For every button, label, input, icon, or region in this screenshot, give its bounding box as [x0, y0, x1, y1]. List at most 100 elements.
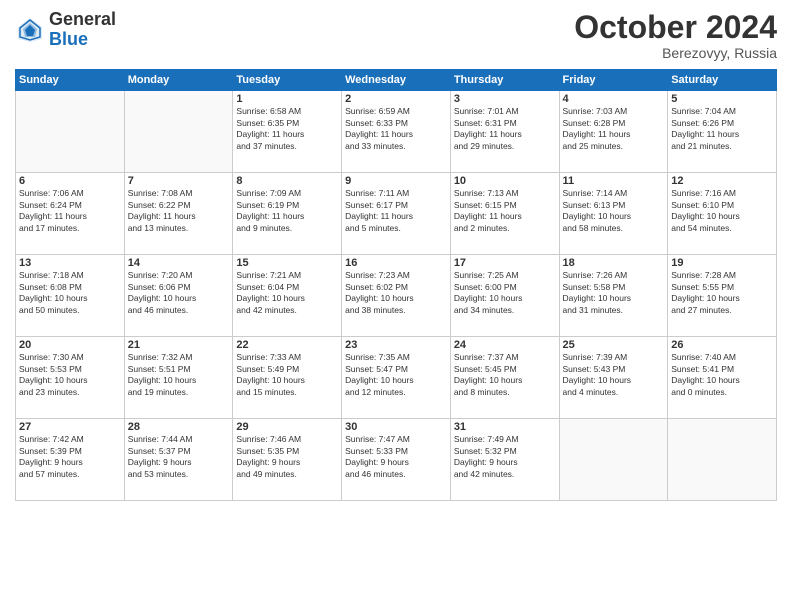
day-info: Sunrise: 7:40 AM Sunset: 5:41 PM Dayligh… — [671, 352, 740, 396]
day-info: Sunrise: 7:30 AM Sunset: 5:53 PM Dayligh… — [19, 352, 88, 396]
calendar-cell: 24Sunrise: 7:37 AM Sunset: 5:45 PM Dayli… — [450, 337, 559, 419]
day-info: Sunrise: 6:58 AM Sunset: 6:35 PM Dayligh… — [236, 106, 304, 150]
calendar-cell: 3Sunrise: 7:01 AM Sunset: 6:31 PM Daylig… — [450, 91, 559, 173]
day-number: 11 — [563, 175, 665, 187]
col-monday: Monday — [124, 70, 233, 91]
day-number: 18 — [563, 257, 665, 269]
calendar-cell: 20Sunrise: 7:30 AM Sunset: 5:53 PM Dayli… — [16, 337, 125, 419]
calendar-cell: 25Sunrise: 7:39 AM Sunset: 5:43 PM Dayli… — [559, 337, 668, 419]
calendar-week-0: 1Sunrise: 6:58 AM Sunset: 6:35 PM Daylig… — [16, 91, 777, 173]
day-info: Sunrise: 7:39 AM Sunset: 5:43 PM Dayligh… — [563, 352, 632, 396]
calendar-cell — [124, 91, 233, 173]
day-info: Sunrise: 7:25 AM Sunset: 6:00 PM Dayligh… — [454, 270, 523, 314]
day-info: Sunrise: 7:46 AM Sunset: 5:35 PM Dayligh… — [236, 434, 301, 478]
col-saturday: Saturday — [668, 70, 777, 91]
calendar-cell — [668, 419, 777, 501]
day-info: Sunrise: 7:08 AM Sunset: 6:22 PM Dayligh… — [128, 188, 196, 232]
day-number: 6 — [19, 175, 121, 187]
day-info: Sunrise: 7:03 AM Sunset: 6:28 PM Dayligh… — [563, 106, 631, 150]
header: General Blue October 2024 Berezovyy, Rus… — [15, 10, 777, 61]
calendar-cell: 1Sunrise: 6:58 AM Sunset: 6:35 PM Daylig… — [233, 91, 342, 173]
calendar-cell: 31Sunrise: 7:49 AM Sunset: 5:32 PM Dayli… — [450, 419, 559, 501]
day-info: Sunrise: 7:37 AM Sunset: 5:45 PM Dayligh… — [454, 352, 523, 396]
col-wednesday: Wednesday — [342, 70, 451, 91]
calendar-week-3: 20Sunrise: 7:30 AM Sunset: 5:53 PM Dayli… — [16, 337, 777, 419]
day-number: 5 — [671, 93, 773, 105]
day-number: 2 — [345, 93, 447, 105]
day-info: Sunrise: 7:47 AM Sunset: 5:33 PM Dayligh… — [345, 434, 410, 478]
logo: General Blue — [15, 10, 116, 50]
day-info: Sunrise: 7:23 AM Sunset: 6:02 PM Dayligh… — [345, 270, 414, 314]
day-number: 12 — [671, 175, 773, 187]
day-info: Sunrise: 7:49 AM Sunset: 5:32 PM Dayligh… — [454, 434, 519, 478]
calendar-cell: 5Sunrise: 7:04 AM Sunset: 6:26 PM Daylig… — [668, 91, 777, 173]
day-info: Sunrise: 7:35 AM Sunset: 5:47 PM Dayligh… — [345, 352, 414, 396]
calendar-cell: 7Sunrise: 7:08 AM Sunset: 6:22 PM Daylig… — [124, 173, 233, 255]
day-number: 22 — [236, 339, 338, 351]
logo-blue-text: Blue — [49, 30, 116, 50]
calendar-cell: 11Sunrise: 7:14 AM Sunset: 6:13 PM Dayli… — [559, 173, 668, 255]
day-number: 16 — [345, 257, 447, 269]
calendar-cell: 30Sunrise: 7:47 AM Sunset: 5:33 PM Dayli… — [342, 419, 451, 501]
day-number: 13 — [19, 257, 121, 269]
day-info: Sunrise: 7:42 AM Sunset: 5:39 PM Dayligh… — [19, 434, 84, 478]
calendar-cell: 13Sunrise: 7:18 AM Sunset: 6:08 PM Dayli… — [16, 255, 125, 337]
calendar-cell: 16Sunrise: 7:23 AM Sunset: 6:02 PM Dayli… — [342, 255, 451, 337]
calendar-cell: 22Sunrise: 7:33 AM Sunset: 5:49 PM Dayli… — [233, 337, 342, 419]
col-tuesday: Tuesday — [233, 70, 342, 91]
calendar-week-4: 27Sunrise: 7:42 AM Sunset: 5:39 PM Dayli… — [16, 419, 777, 501]
logo-general: General — [49, 10, 116, 30]
day-number: 10 — [454, 175, 556, 187]
day-info: Sunrise: 7:33 AM Sunset: 5:49 PM Dayligh… — [236, 352, 305, 396]
day-number: 28 — [128, 421, 230, 433]
calendar-cell: 26Sunrise: 7:40 AM Sunset: 5:41 PM Dayli… — [668, 337, 777, 419]
calendar-week-1: 6Sunrise: 7:06 AM Sunset: 6:24 PM Daylig… — [16, 173, 777, 255]
day-number: 20 — [19, 339, 121, 351]
calendar-cell: 23Sunrise: 7:35 AM Sunset: 5:47 PM Dayli… — [342, 337, 451, 419]
calendar-cell: 12Sunrise: 7:16 AM Sunset: 6:10 PM Dayli… — [668, 173, 777, 255]
calendar-cell: 8Sunrise: 7:09 AM Sunset: 6:19 PM Daylig… — [233, 173, 342, 255]
day-number: 21 — [128, 339, 230, 351]
day-number: 17 — [454, 257, 556, 269]
col-friday: Friday — [559, 70, 668, 91]
col-thursday: Thursday — [450, 70, 559, 91]
day-number: 8 — [236, 175, 338, 187]
calendar-header-row: Sunday Monday Tuesday Wednesday Thursday… — [16, 70, 777, 91]
day-number: 29 — [236, 421, 338, 433]
day-number: 27 — [19, 421, 121, 433]
calendar-cell: 17Sunrise: 7:25 AM Sunset: 6:00 PM Dayli… — [450, 255, 559, 337]
day-info: Sunrise: 7:16 AM Sunset: 6:10 PM Dayligh… — [671, 188, 740, 232]
day-number: 4 — [563, 93, 665, 105]
title-block: October 2024 Berezovyy, Russia — [574, 10, 777, 61]
logo-icon — [15, 15, 45, 45]
day-info: Sunrise: 7:06 AM Sunset: 6:24 PM Dayligh… — [19, 188, 87, 232]
day-info: Sunrise: 7:20 AM Sunset: 6:06 PM Dayligh… — [128, 270, 197, 314]
day-info: Sunrise: 7:14 AM Sunset: 6:13 PM Dayligh… — [563, 188, 632, 232]
day-info: Sunrise: 7:04 AM Sunset: 6:26 PM Dayligh… — [671, 106, 739, 150]
calendar-cell — [559, 419, 668, 501]
day-info: Sunrise: 7:18 AM Sunset: 6:08 PM Dayligh… — [19, 270, 88, 314]
month-title: October 2024 — [574, 10, 777, 45]
day-number: 30 — [345, 421, 447, 433]
day-number: 23 — [345, 339, 447, 351]
calendar-cell: 27Sunrise: 7:42 AM Sunset: 5:39 PM Dayli… — [16, 419, 125, 501]
day-number: 7 — [128, 175, 230, 187]
day-info: Sunrise: 7:01 AM Sunset: 6:31 PM Dayligh… — [454, 106, 522, 150]
calendar-cell: 28Sunrise: 7:44 AM Sunset: 5:37 PM Dayli… — [124, 419, 233, 501]
page: General Blue October 2024 Berezovyy, Rus… — [0, 0, 792, 612]
day-info: Sunrise: 7:21 AM Sunset: 6:04 PM Dayligh… — [236, 270, 305, 314]
calendar-cell: 19Sunrise: 7:28 AM Sunset: 5:55 PM Dayli… — [668, 255, 777, 337]
calendar-cell: 18Sunrise: 7:26 AM Sunset: 5:58 PM Dayli… — [559, 255, 668, 337]
calendar-cell: 14Sunrise: 7:20 AM Sunset: 6:06 PM Dayli… — [124, 255, 233, 337]
col-sunday: Sunday — [16, 70, 125, 91]
day-info: Sunrise: 7:26 AM Sunset: 5:58 PM Dayligh… — [563, 270, 632, 314]
calendar-cell: 10Sunrise: 7:13 AM Sunset: 6:15 PM Dayli… — [450, 173, 559, 255]
calendar-cell: 4Sunrise: 7:03 AM Sunset: 6:28 PM Daylig… — [559, 91, 668, 173]
day-number: 15 — [236, 257, 338, 269]
day-info: Sunrise: 7:28 AM Sunset: 5:55 PM Dayligh… — [671, 270, 740, 314]
day-info: Sunrise: 7:09 AM Sunset: 6:19 PM Dayligh… — [236, 188, 304, 232]
calendar: Sunday Monday Tuesday Wednesday Thursday… — [15, 69, 777, 501]
day-number: 9 — [345, 175, 447, 187]
calendar-cell: 9Sunrise: 7:11 AM Sunset: 6:17 PM Daylig… — [342, 173, 451, 255]
logo-text: General Blue — [49, 10, 116, 50]
